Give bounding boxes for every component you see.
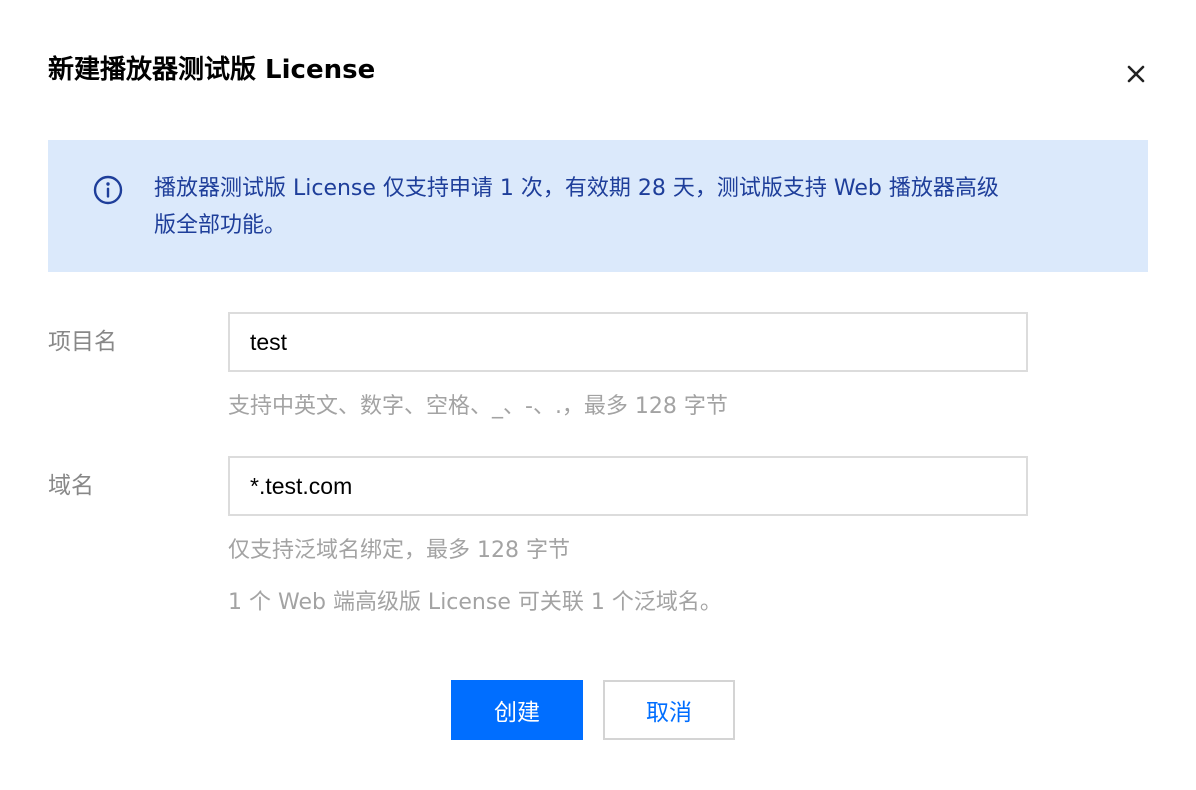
domain-input[interactable] bbox=[228, 456, 1028, 516]
close-icon bbox=[1127, 65, 1145, 83]
domain-help: 仅支持泛域名绑定，最多 128 字节 bbox=[228, 538, 570, 563]
create-license-dialog: 新建播放器测试版 License 播放器测试版 License 仅支持申请 1 … bbox=[0, 0, 1196, 790]
create-button[interactable]: 创建 bbox=[451, 680, 583, 740]
project-name-help: 支持中英文、数字、空格、_、-、.，最多 128 字节 bbox=[228, 394, 728, 419]
dialog-title: 新建播放器测试版 License bbox=[48, 55, 376, 85]
project-name-input[interactable] bbox=[228, 312, 1028, 372]
notice-text-line-2: 版全部功能。 bbox=[154, 213, 287, 238]
project-name-label: 项目名 bbox=[48, 329, 117, 355]
notice-text-line-1: 播放器测试版 License 仅支持申请 1 次，有效期 28 天，测试版支持 … bbox=[154, 176, 999, 201]
domain-limit-note: 1 个 Web 端高级版 License 可关联 1 个泛域名。 bbox=[228, 590, 722, 615]
close-button[interactable] bbox=[1120, 58, 1152, 90]
notice-text: 播放器测试版 License 仅支持申请 1 次，有效期 28 天，测试版支持 … bbox=[154, 170, 1074, 244]
info-icon bbox=[92, 174, 124, 206]
domain-label: 域名 bbox=[48, 473, 94, 499]
info-notice: 播放器测试版 License 仅支持申请 1 次，有效期 28 天，测试版支持 … bbox=[48, 140, 1148, 272]
cancel-button[interactable]: 取消 bbox=[603, 680, 735, 740]
